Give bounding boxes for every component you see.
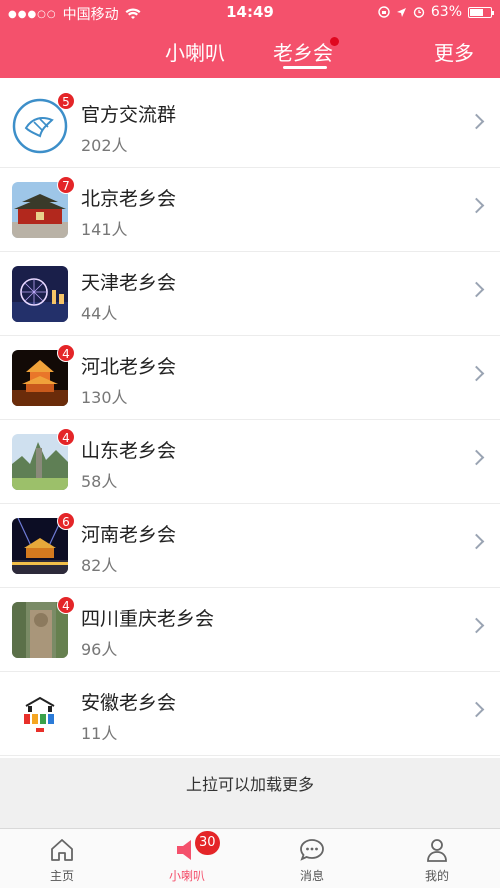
- group-member-count: 11人: [81, 724, 118, 743]
- tabbar-xiaolaba[interactable]: 30 小喇叭: [137, 829, 237, 888]
- tabbar-profile-label: 我的: [424, 869, 449, 883]
- unread-badge: 4: [57, 344, 75, 362]
- battery-icon: [468, 6, 494, 18]
- group-name: 天津老乡会: [81, 272, 177, 294]
- bottom-tab-bar: 主页 30 小喇叭 消息 我的: [0, 828, 500, 888]
- tabbar-profile[interactable]: 我的: [387, 829, 487, 888]
- tabbar-home-label: 主页: [49, 869, 74, 883]
- tabbar-xiaolaba-label: 小喇叭: [168, 869, 205, 883]
- group-member-count: 44人: [81, 304, 118, 323]
- list-item[interactable]: 4 山东老乡会 58人: [0, 420, 500, 504]
- unread-badge: 7: [57, 176, 75, 194]
- tabbar-messages-label: 消息: [299, 869, 324, 883]
- chevron-right-icon: [468, 701, 485, 718]
- list-item[interactable]: 4 四川重庆老乡会 96人: [0, 588, 500, 672]
- chevron-right-icon: [468, 281, 485, 298]
- status-bar: ●●●○○ 中国移动 14:49 63%: [0, 0, 500, 26]
- unread-badge: 6: [57, 512, 75, 530]
- load-more-hint: 上拉可以加载更多: [0, 758, 500, 830]
- group-member-count: 96人: [81, 640, 118, 659]
- alarm-icon: [413, 7, 425, 18]
- group-thumbnail-tianjin: [12, 266, 68, 322]
- group-member-count: 141人: [81, 220, 128, 239]
- chevron-right-icon: [468, 197, 485, 214]
- group-member-count: 130人: [81, 388, 128, 407]
- tabbar-badge: 30: [195, 831, 220, 855]
- chat-bubble-icon: [300, 839, 324, 861]
- location-icon: [396, 7, 406, 17]
- list-item[interactable]: 安徽老乡会 11人: [0, 672, 500, 756]
- unread-badge: 5: [57, 92, 75, 110]
- group-name: 河南老乡会: [81, 524, 177, 546]
- group-name: 河北老乡会: [81, 356, 177, 378]
- list-item[interactable]: 4 河北老乡会 130人: [0, 336, 500, 420]
- active-tab-indicator: [283, 66, 327, 69]
- group-name: 山东老乡会: [81, 440, 177, 462]
- tab-laoxianghui[interactable]: 老乡会: [273, 37, 333, 66]
- group-name: 四川重庆老乡会: [81, 608, 215, 630]
- group-member-count: 202人: [81, 136, 128, 155]
- group-list: 5 官方交流群 202人 7 北京老乡会 141人 天津老乡会 44人 4 河北…: [0, 84, 500, 756]
- chevron-right-icon: [468, 365, 485, 382]
- list-item[interactable]: 5 官方交流群 202人: [0, 84, 500, 168]
- chevron-right-icon: [468, 533, 485, 550]
- group-name: 安徽老乡会: [81, 692, 177, 714]
- top-tabs: 小喇叭 老乡会 更多: [0, 34, 500, 74]
- tab-notification-dot: [330, 37, 339, 46]
- group-name: 官方交流群: [81, 104, 177, 126]
- battery-percent: 63%: [430, 4, 462, 20]
- list-item[interactable]: 7 北京老乡会 141人: [0, 168, 500, 252]
- chevron-right-icon: [468, 113, 485, 130]
- tab-more[interactable]: 更多: [434, 37, 474, 66]
- group-thumbnail-anhui: [12, 686, 68, 742]
- person-icon: [427, 839, 447, 862]
- chevron-right-icon: [468, 617, 485, 634]
- tabbar-home[interactable]: 主页: [12, 829, 112, 888]
- lock-rotation-icon: [378, 6, 390, 18]
- unread-badge: 4: [57, 596, 75, 614]
- header: ●●●○○ 中国移动 14:49 63% 小喇叭 老乡会 更多: [0, 0, 500, 78]
- list-item[interactable]: 天津老乡会 44人: [0, 252, 500, 336]
- chevron-right-icon: [468, 449, 485, 466]
- group-member-count: 58人: [81, 472, 118, 491]
- tab-xiaolaba[interactable]: 小喇叭: [165, 37, 225, 66]
- list-item[interactable]: 6 河南老乡会 82人: [0, 504, 500, 588]
- group-name: 北京老乡会: [81, 188, 177, 210]
- group-member-count: 82人: [81, 556, 118, 575]
- tabbar-messages[interactable]: 消息: [262, 829, 362, 888]
- home-icon: [51, 839, 73, 861]
- unread-badge: 4: [57, 428, 75, 446]
